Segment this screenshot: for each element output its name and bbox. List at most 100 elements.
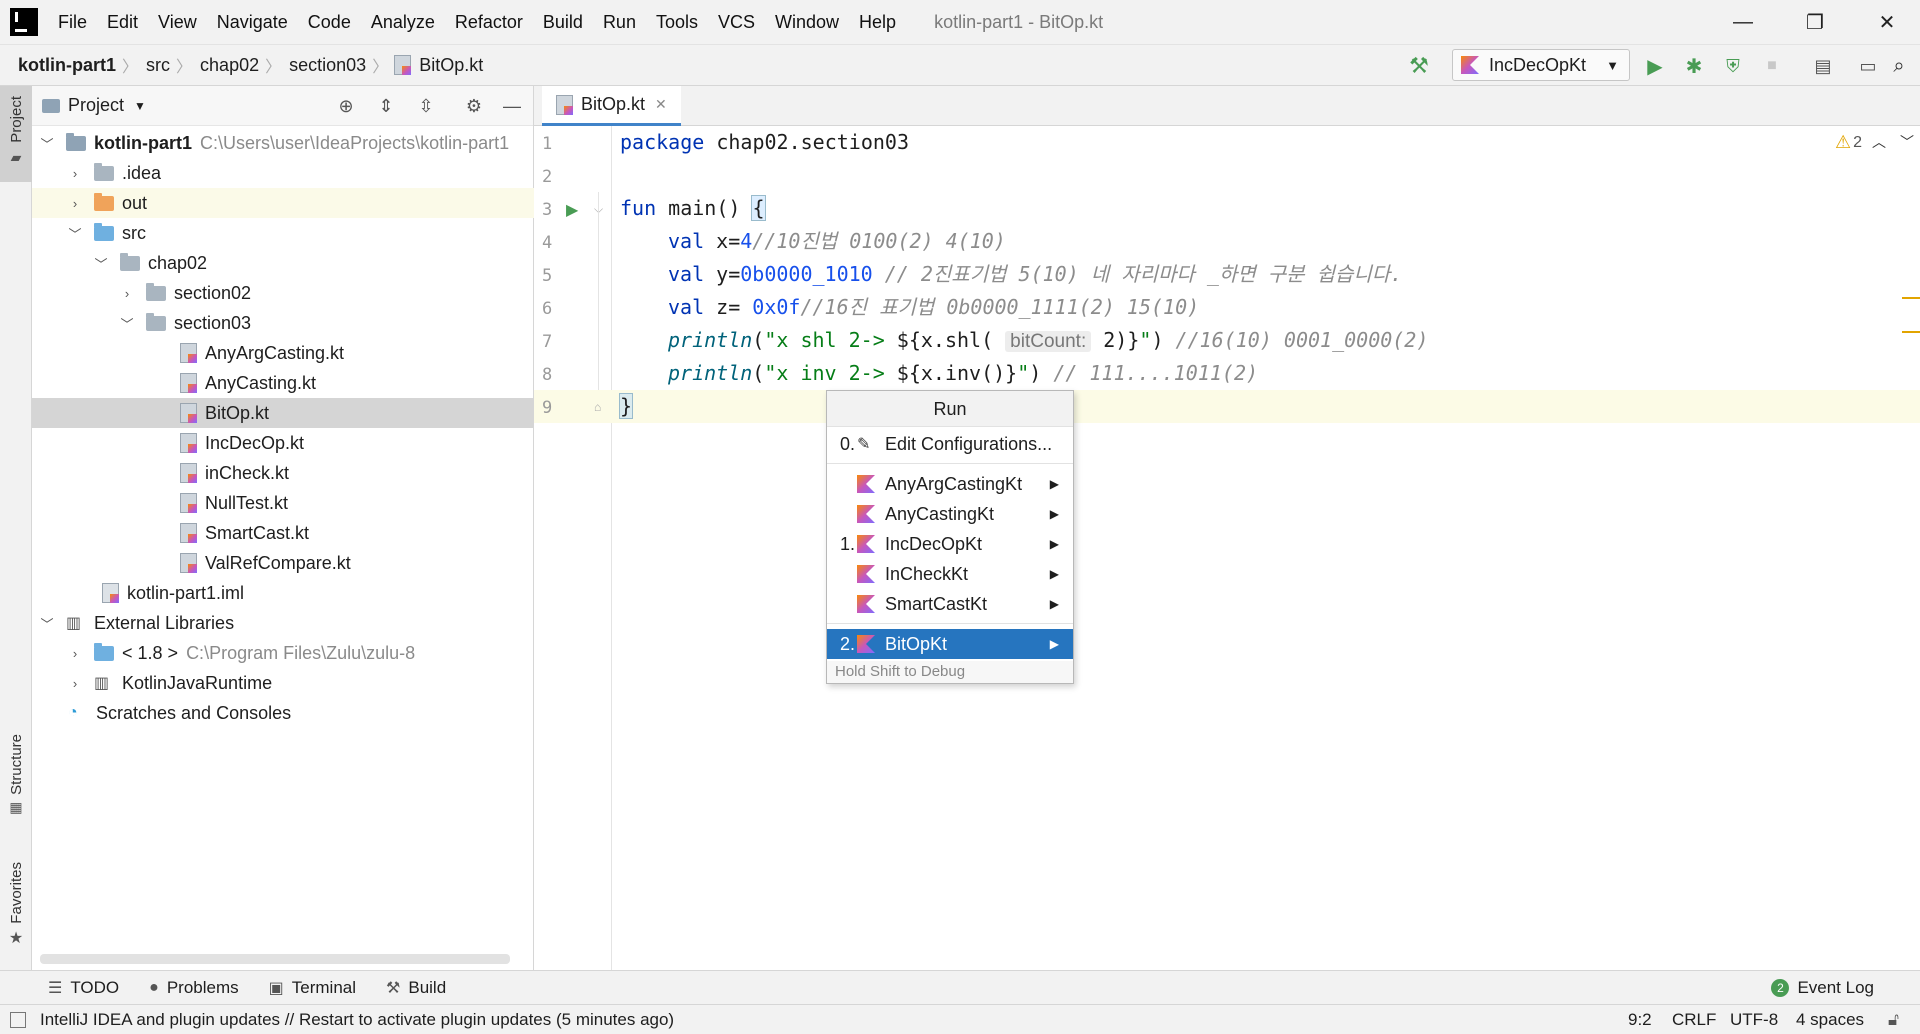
run-gutter-icon[interactable]: ▶ [566,200,578,220]
chevron-down-icon[interactable]: ▼ [134,99,146,113]
tree-item-jdk[interactable]: › < 1.8 > C:\Program Files\Zulu\zulu-8 [32,638,534,668]
horizontal-scrollbar[interactable] [40,954,510,964]
tree-item-idea[interactable]: › .idea [32,158,534,188]
tab-bitop-kt[interactable]: BitOp.kt ✕ [542,86,681,126]
chevron-right-icon[interactable]: › [68,676,82,691]
tree-item-file[interactable]: AnyArgCasting.kt [32,338,534,368]
breadcrumb-chap02[interactable]: chap02 [194,55,263,76]
restore-button[interactable]: ❐ [1782,0,1848,44]
menu-build[interactable]: Build [533,12,593,33]
warning-stripe-marker[interactable] [1902,297,1920,299]
file-encoding[interactable]: UTF-8 [1730,1010,1778,1030]
close-tab-icon[interactable]: ✕ [655,96,667,113]
todo-tool-button[interactable]: ☰ TODO [48,978,119,998]
breadcrumb-section03[interactable]: section03 [283,55,370,76]
debug-bug-icon[interactable]: ✱ [1681,53,1707,79]
chevron-right-icon[interactable]: › [68,166,82,181]
run-icon[interactable]: ▶ [1642,53,1668,79]
warnings-indicator[interactable]: ⚠ 2 [1835,132,1862,153]
warning-stripe-marker[interactable] [1902,331,1920,333]
breadcrumb-file[interactable]: BitOp.kt [419,55,487,76]
menu-file[interactable]: File [48,12,97,33]
menu-edit[interactable]: Edit [97,12,148,33]
chevron-down-icon[interactable]: ﹀ [40,614,54,633]
build-hammer-icon[interactable]: ⚒ [1406,53,1432,79]
menu-refactor[interactable]: Refactor [445,12,533,33]
breadcrumb-src[interactable]: src [140,55,174,76]
favorites-tool-tab[interactable]: Favorites ★ [0,862,32,962]
tree-item-file[interactable]: NullTest.kt [32,488,534,518]
caret-position[interactable]: 9:2 [1628,1010,1652,1030]
project-tool-tab[interactable]: Project ▰ [0,86,32,182]
chevron-down-icon[interactable]: ﹀ [68,224,82,243]
tree-item-project-root[interactable]: ﹀ kotlin-part1 C:\Users\user\IdeaProject… [32,128,534,158]
menu-view[interactable]: View [148,12,207,33]
run-config-item[interactable]: InCheckKt ▶ [827,559,1073,589]
indent-setting[interactable]: 4 spaces [1796,1010,1864,1030]
tree-item-file[interactable]: IncDecOp.kt [32,428,534,458]
toggle-tool-windows-icon[interactable] [10,1011,26,1028]
stop-icon[interactable]: ■ [1759,53,1785,79]
tree-item-external-libraries[interactable]: ﹀ ▥ External Libraries [32,608,534,638]
previous-highlight-icon[interactable]: ︿ [1872,132,1886,152]
line-separator[interactable]: CRLF [1672,1010,1716,1030]
run-configuration-select[interactable]: IncDecOpKt ▼ [1452,49,1630,81]
tree-item-chap02[interactable]: ﹀ chap02 [32,248,534,278]
menu-run[interactable]: Run [593,12,646,33]
chevron-down-icon[interactable]: ﹀ [40,134,54,153]
tree-item-scratches[interactable]: ◔ Scratches and Consoles [32,698,534,728]
lock-icon[interactable]: 🔓︎ [1888,1010,1899,1030]
menu-code[interactable]: Code [298,12,361,33]
tree-item-section03[interactable]: ﹀ section03 [32,308,534,338]
minimize-button[interactable]: — [1710,0,1776,44]
tree-item-file[interactable]: SmartCast.kt [32,518,534,548]
chevron-right-icon[interactable]: › [68,196,82,211]
hide-panel-icon[interactable]: — [500,94,524,118]
close-button[interactable]: ✕ [1854,0,1920,44]
run-config-item[interactable]: SmartCastKt ▶ [827,589,1073,619]
collapse-all-icon[interactable]: ⇳ [414,94,438,118]
run-config-item[interactable]: 1. IncDecOpKt ▶ [827,529,1073,559]
problems-tool-button[interactable]: ● Problems [149,978,238,998]
event-log-button[interactable]: 2 Event Log [1771,978,1874,998]
edit-configurations-item[interactable]: 0. ✎ Edit Configurations... [827,429,1073,459]
status-message[interactable]: IntelliJ IDEA and plugin updates // Rest… [40,1010,674,1030]
tree-item-src[interactable]: ﹀ src [32,218,534,248]
fold-icon[interactable]: ⌂ [594,400,601,414]
code-editor[interactable]: package chap02.section03 fun main() { va… [598,126,1920,970]
next-highlight-icon[interactable]: ﹀ [1900,132,1914,152]
run-with-coverage-icon[interactable]: ⛨ [1720,53,1746,79]
structure-tool-tab[interactable]: Structure ▦ [0,734,32,830]
tree-item-kotlin-runtime[interactable]: › ▥ KotlinJavaRuntime [32,668,534,698]
gear-icon[interactable]: ⚙ [462,94,486,118]
tree-item-out[interactable]: › out [32,188,534,218]
chevron-down-icon[interactable]: ﹀ [94,254,108,273]
tree-item-file[interactable]: inCheck.kt [32,458,534,488]
menu-analyze[interactable]: Analyze [361,12,445,33]
menu-help[interactable]: Help [849,12,906,33]
run-config-item-selected[interactable]: 2. BitOpKt ▶ [827,629,1073,659]
menu-navigate[interactable]: Navigate [207,12,298,33]
terminal-tool-button[interactable]: ▣ Terminal [269,978,356,998]
menu-tools[interactable]: Tools [646,12,708,33]
run-config-item[interactable]: AnyCastingKt ▶ [827,499,1073,529]
tree-item-file[interactable]: ValRefCompare.kt [32,548,534,578]
chevron-right-icon[interactable]: › [68,646,82,661]
chevron-down-icon[interactable]: ﹀ [120,314,134,333]
tree-item-section02[interactable]: › section02 [32,278,534,308]
build-tool-button[interactable]: ⚒ Build [386,978,446,998]
presentation-icon[interactable]: ▭ [1855,53,1881,79]
search-icon[interactable]: ⌕ [1886,53,1912,79]
expand-all-icon[interactable]: ⇕ [374,94,398,118]
menu-window[interactable]: Window [765,12,849,33]
project-structure-icon[interactable]: ▤ [1810,53,1836,79]
locate-file-icon[interactable]: ⊕ [334,94,358,118]
tree-item-iml[interactable]: kotlin-part1.iml [32,578,534,608]
tree-item-file[interactable]: AnyCasting.kt [32,368,534,398]
run-config-item[interactable]: AnyArgCastingKt ▶ [827,469,1073,499]
menu-vcs[interactable]: VCS [708,12,765,33]
breadcrumb-project[interactable]: kotlin-part1 [12,55,120,76]
tree-item-file-selected[interactable]: BitOp.kt [32,398,534,428]
project-view-selector[interactable]: Project [68,95,124,116]
chevron-right-icon[interactable]: › [120,286,134,301]
